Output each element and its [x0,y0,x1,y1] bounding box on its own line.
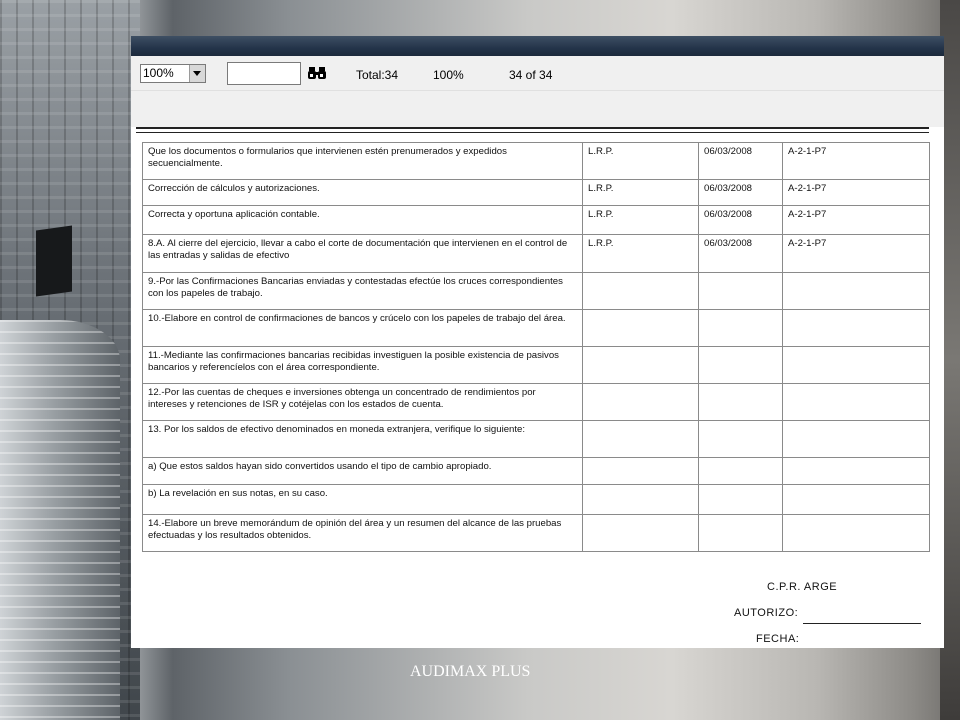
date-cell [698,514,783,552]
table-row: 12.-Por las cuentas de cheques e inversi… [142,383,930,421]
procedure-cell: a) Que estos saldos hayan sido convertid… [142,457,583,485]
window-titlebar [131,36,944,56]
table-row: 13. Por los saldos de efectivo denominad… [142,420,930,458]
initials-cell [582,272,699,310]
initials-cell [582,457,699,485]
background-building [0,0,140,720]
reference-cell: A-2-1-P7 [782,179,930,206]
procedure-cell: 11.-Mediante las confirmaciones bancaria… [142,346,583,384]
date-cell [698,457,783,485]
initials-cell [582,346,699,384]
background-window [36,225,72,297]
table-row: a) Que estos saldos hayan sido convertid… [142,457,930,485]
initials-cell [582,420,699,458]
table-row: 14.-Elabore un breve memorándum de opini… [142,514,930,552]
signature-cpr: C.P.R. ARGE [767,581,838,593]
date-cell: 06/03/2008 [698,179,783,206]
date-cell [698,309,783,347]
zoom-select-value: 100% [143,66,174,80]
initials-cell: L.R.P. [582,142,699,180]
procedure-cell: 14.-Elabore un breve memorándum de opini… [142,514,583,552]
table-row: 10.-Elabore en control de confirmaciones… [142,309,930,347]
reference-cell: A-2-1-P7 [782,205,930,235]
procedure-cell: 8.A. Al cierre del ejercicio, llevar a c… [142,234,583,273]
date-cell: 06/03/2008 [698,205,783,235]
table-row: Que los documentos o formularios que int… [142,142,930,180]
procedure-cell: 12.-Por las cuentas de cheques e inversi… [142,383,583,421]
zoom-dropdown-button[interactable] [189,65,205,82]
viewer-toolbar: 100% Total:34 100% 34 of 34 [131,56,944,91]
reference-cell [782,457,930,485]
background-tower [0,320,120,720]
date-cell [698,346,783,384]
date-cell: 06/03/2008 [698,142,783,180]
table-row: Correcta y oportuna aplicación contable.… [142,205,930,235]
initials-cell: L.R.P. [582,179,699,206]
report-viewer-window: 100% Total:34 100% 34 of 34 Que los docu… [131,36,944,648]
total-label: Total:34 [356,68,399,82]
reference-cell [782,484,930,515]
date-cell [698,420,783,458]
reference-cell [782,346,930,384]
table-row: 9.-Por las Confirmaciones Bancarias envi… [142,272,930,310]
initials-cell [582,309,699,347]
reference-cell [782,272,930,310]
footer-brand: AUDIMAX PLUS [410,663,531,680]
procedure-cell: 9.-Por las Confirmaciones Bancarias envi… [142,272,583,310]
reference-cell: A-2-1-P7 [782,234,930,273]
zoom-percent-label: 100% [433,68,464,82]
signature-fecha-label: FECHA: [756,633,800,645]
signature-line [803,623,921,624]
header-rule-thin [136,132,929,133]
procedure-cell: 13. Por los saldos de efectivo denominad… [142,420,583,458]
report-page: Que los documentos o formularios que int… [131,127,944,648]
header-rule [136,127,929,129]
signature-autorizo-label: AUTORIZO: [734,607,799,619]
reference-cell [782,309,930,347]
zoom-select[interactable]: 100% [140,64,206,83]
date-cell [698,383,783,421]
initials-cell [582,514,699,552]
chevron-down-icon [193,71,201,76]
table-row: Corrección de cálculos y autorizaciones.… [142,179,930,206]
table-row: b) La revelación en sus notas, en su cas… [142,484,930,515]
procedure-cell: 10.-Elabore en control de confirmaciones… [142,309,583,347]
reference-cell [782,383,930,421]
initials-cell: L.R.P. [582,234,699,273]
date-cell [698,272,783,310]
procedure-cell: Que los documentos o formularios que int… [142,142,583,180]
date-cell [698,484,783,515]
search-input[interactable] [227,62,301,85]
binoculars-icon[interactable] [308,66,326,80]
reference-cell: A-2-1-P7 [782,142,930,180]
procedure-cell: Correcta y oportuna aplicación contable. [142,205,583,235]
secondary-toolbar [131,91,944,128]
table-row: 11.-Mediante las confirmaciones bancaria… [142,346,930,384]
page-indicator: 34 of 34 [509,68,553,82]
procedure-cell: b) La revelación en sus notas, en su cas… [142,484,583,515]
initials-cell [582,484,699,515]
table-row: 8.A. Al cierre del ejercicio, llevar a c… [142,234,930,273]
date-cell: 06/03/2008 [698,234,783,273]
procedure-cell: Corrección de cálculos y autorizaciones. [142,179,583,206]
initials-cell [582,383,699,421]
initials-cell: L.R.P. [582,205,699,235]
audit-program-table: Que los documentos o formularios que int… [142,142,930,552]
reference-cell [782,514,930,552]
reference-cell [782,420,930,458]
